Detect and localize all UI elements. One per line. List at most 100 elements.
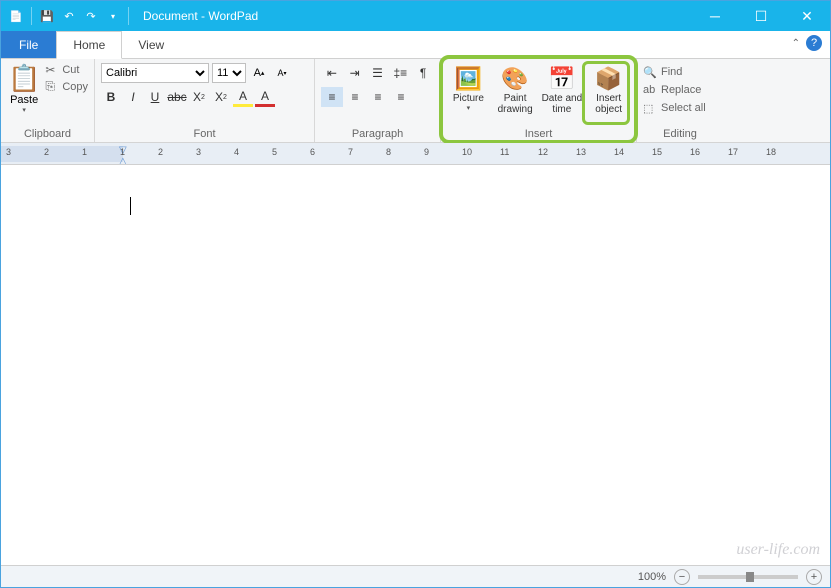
window-controls: ─ ☐ ✕ [692,1,830,31]
chevron-down-icon: ▾ [22,106,26,114]
ruler-number: 1 [82,147,87,157]
watermark: user-life.com [736,541,820,559]
quick-access-toolbar: 📄 💾 ↶ ↷ ▾ [1,7,137,25]
group-editing: 🔍 Find ab Replace ⬚ Select all Editing [637,59,723,142]
ruler-number: 12 [538,147,548,157]
find-icon: 🔍 [643,66,657,79]
editing-group-label: Editing [643,126,717,140]
date-time-button[interactable]: 📅 Date and time [541,63,584,117]
zoom-level: 100% [638,571,666,583]
zoom-in-button[interactable]: + [806,569,822,585]
palette-icon: 🎨 [501,65,528,93]
ruler-number: 6 [310,147,315,157]
ruler-number: 2 [158,147,163,157]
paste-button[interactable]: 📋 Paste ▾ [7,63,41,114]
bullet-list-button[interactable]: ☰ [367,63,389,83]
align-center-button[interactable]: ≡ [344,87,366,107]
insert-object-button[interactable]: 📦 Insert object [587,63,630,117]
tab-view[interactable]: View [122,31,180,59]
ruler-number: 7 [348,147,353,157]
maximize-button[interactable]: ☐ [738,1,784,31]
wordpad-icon[interactable]: 📄 [7,7,25,25]
decrease-indent-button[interactable]: ⇤ [321,63,343,83]
ruler-number: 1 [120,147,125,157]
redo-icon[interactable]: ↷ [82,7,100,25]
zoom-slider[interactable] [698,575,798,579]
horizontal-ruler[interactable]: ▽△ 321123456789101112131415161718 [1,143,830,165]
increase-indent-button[interactable]: ⇥ [344,63,366,83]
insert-group-label: Insert [447,126,630,140]
ruler-number: 17 [728,147,738,157]
font-group-label: Font [101,126,308,140]
object-icon: 📦 [595,65,622,93]
picture-icon: 🖼️ [455,65,482,93]
ruler-number: 8 [386,147,391,157]
copy-button[interactable]: ⎘ Copy [45,79,88,94]
ruler-number: 14 [614,147,624,157]
select-all-icon: ⬚ [643,102,657,115]
ruler-number: 18 [766,147,776,157]
group-font: Calibri 11 A▴ A▾ B I U abc X2 X2 A A Fon… [95,59,315,142]
replace-button[interactable]: ab Replace [643,81,717,99]
select-all-button[interactable]: ⬚ Select all [643,99,717,117]
group-insert: 🖼️ Picture ▾ 🎨 Paint drawing 📅 Date and … [441,59,637,142]
picture-label: Picture [453,93,484,104]
align-right-button[interactable]: ≡ [367,87,389,107]
line-spacing-button[interactable]: ‡≡ [389,63,411,83]
undo-icon[interactable]: ↶ [60,7,78,25]
calendar-icon: 📅 [548,65,575,93]
paint-label: Paint drawing [494,93,537,115]
bold-button[interactable]: B [101,87,121,107]
italic-button[interactable]: I [123,87,143,107]
font-size-select[interactable]: 11 [212,63,246,83]
subscript-button[interactable]: X2 [189,87,209,107]
underline-button[interactable]: U [145,87,165,107]
superscript-button[interactable]: X2 [211,87,231,107]
justify-button[interactable]: ≡ [390,87,412,107]
help-icon[interactable]: ? [806,35,822,51]
replace-icon: ab [643,84,657,96]
font-color-button[interactable]: A [255,87,275,107]
ribbon: 📋 Paste ▾ ✂ Cut ⎘ Copy Clipboard Calibri [1,59,830,143]
ruler-number: 15 [652,147,662,157]
collapse-ribbon-icon[interactable]: ⌃ [792,38,800,49]
shrink-font-button[interactable]: A▾ [272,63,292,83]
ruler-number: 3 [6,147,11,157]
document-area[interactable] [4,167,827,563]
find-button[interactable]: 🔍 Find [643,63,717,81]
paragraph-group-label: Paragraph [321,126,434,140]
chevron-down-icon: ▾ [467,104,471,112]
status-bar: 100% − + [1,565,830,587]
text-cursor [130,197,131,215]
align-left-button[interactable]: ≡ [321,87,343,107]
qat-dropdown-icon[interactable]: ▾ [104,7,122,25]
copy-icon: ⎘ [45,79,59,94]
save-icon[interactable]: 💾 [38,7,56,25]
highlight-color-button[interactable]: A [233,87,253,107]
find-label: Find [661,66,682,78]
paste-icon: 📋 [8,63,40,94]
ruler-number: 2 [44,147,49,157]
minimize-button[interactable]: ─ [692,1,738,31]
clipboard-group-label: Clipboard [7,126,88,140]
replace-label: Replace [661,84,701,96]
scissors-icon: ✂ [45,63,59,77]
close-button[interactable]: ✕ [784,1,830,31]
tab-file[interactable]: File [1,31,56,59]
tab-home[interactable]: Home [56,31,122,59]
grow-font-button[interactable]: A▴ [249,63,269,83]
copy-label: Copy [62,81,88,93]
strikethrough-button[interactable]: abc [167,87,187,107]
insert-picture-button[interactable]: 🖼️ Picture ▾ [447,63,490,117]
font-name-select[interactable]: Calibri [101,63,209,83]
ruler-number: 11 [500,147,509,157]
paint-drawing-button[interactable]: 🎨 Paint drawing [494,63,537,117]
object-label: Insert object [587,93,630,115]
datetime-label: Date and time [541,93,584,115]
ruler-number: 4 [234,147,239,157]
ruler-number: 5 [272,147,277,157]
zoom-out-button[interactable]: − [674,569,690,585]
paragraph-dialog-button[interactable]: ¶ [412,63,434,83]
ruler-number: 16 [690,147,700,157]
cut-button[interactable]: ✂ Cut [45,63,88,77]
